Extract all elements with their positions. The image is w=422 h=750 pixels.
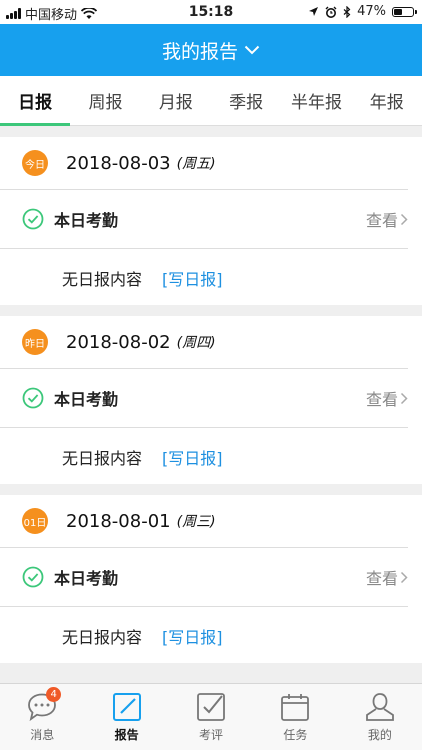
bluetooth-icon	[343, 5, 351, 18]
header-title-button[interactable]: 我的报告	[0, 24, 422, 76]
view-attendance-link[interactable]: 查看	[366, 207, 408, 231]
nav-tasks[interactable]: 任务	[253, 684, 337, 750]
nav-label: 考评	[199, 728, 224, 742]
calendar-icon	[281, 694, 310, 721]
alarm-icon	[325, 6, 337, 18]
view-label: 查看	[365, 390, 398, 409]
nav-evaluation[interactable]: 考评	[169, 684, 253, 750]
report-card: 今日 2018-08-03 (周五) 本日考勤 查看 无日报内容 [写日报]	[0, 137, 422, 305]
day-badge: 昨日	[22, 329, 48, 355]
chevron-down-icon	[244, 45, 260, 55]
tab-label: 半年报	[290, 93, 342, 113]
tab-quarterly[interactable]: 季报	[211, 76, 281, 125]
edit-report-icon	[112, 693, 141, 721]
report-type-tabs: 日报 周报 月报 季报 半年报 年报	[0, 76, 422, 126]
nav-profile[interactable]: 我的	[338, 684, 422, 750]
view-attendance-link[interactable]: 查看	[366, 565, 408, 589]
report-content: 无日报内容	[62, 448, 143, 468]
tab-label: 年报	[369, 93, 404, 113]
tab-daily[interactable]: 日报	[0, 76, 71, 126]
battery-icon	[392, 6, 417, 17]
write-report-link[interactable]: [写日报]	[162, 445, 223, 469]
tab-label: 月报	[158, 93, 193, 113]
page-title: 我的报告	[161, 40, 238, 63]
report-content: 无日报内容	[62, 269, 143, 289]
attendance-row[interactable]: 本日考勤 查看	[0, 548, 408, 607]
check-circle-icon	[22, 566, 44, 588]
report-weekday: (周五)	[176, 156, 216, 172]
location-icon	[309, 7, 319, 16]
chevron-right-icon	[400, 571, 408, 583]
tab-monthly[interactable]: 月报	[141, 76, 211, 125]
nav-label: 我的	[367, 728, 392, 742]
chevron-right-icon	[400, 213, 408, 225]
attendance-label: 本日考勤	[54, 390, 119, 409]
nav-messages[interactable]: 4 消息	[0, 684, 84, 750]
day-badge: 01日	[22, 508, 48, 534]
tab-label: 周报	[88, 93, 123, 113]
attendance-row[interactable]: 本日考勤 查看	[0, 369, 408, 428]
tab-label: 季报	[229, 93, 264, 113]
report-list: 今日 2018-08-03 (周五) 本日考勤 查看 无日报内容 [写日报] 昨…	[0, 137, 422, 674]
day-badge: 今日	[22, 150, 48, 176]
write-report-link[interactable]: [写日报]	[162, 266, 223, 290]
tab-half-yearly[interactable]: 半年报	[281, 76, 351, 125]
view-attendance-link[interactable]: 查看	[366, 386, 408, 410]
attendance-label: 本日考勤	[54, 211, 119, 230]
attendance-label: 本日考勤	[54, 569, 119, 588]
bottom-tab-bar: 4 消息 报告 考评 任务 我的	[0, 683, 422, 750]
status-bar: 中国移动 15:18 47%	[0, 0, 422, 24]
check-circle-icon	[22, 208, 44, 230]
report-card: 昨日 2018-08-02 (周四) 本日考勤 查看 无日报内容 [写日报]	[0, 316, 422, 484]
write-report-link[interactable]: [写日报]	[162, 624, 223, 648]
checkbox-icon	[197, 693, 225, 721]
nav-reports[interactable]: 报告	[84, 684, 168, 750]
person-icon	[365, 693, 394, 721]
report-weekday: (周三)	[176, 514, 216, 530]
battery-percent: 47%	[357, 4, 386, 19]
tab-label: 日报	[18, 93, 53, 113]
attendance-row[interactable]: 本日考勤 查看	[0, 190, 408, 249]
tab-yearly[interactable]: 年报	[352, 76, 422, 125]
nav-label: 任务	[283, 728, 308, 742]
report-date: 2018-08-02	[66, 331, 171, 353]
chevron-right-icon	[400, 392, 408, 404]
nav-label: 报告	[114, 728, 139, 742]
report-date: 2018-08-01	[66, 510, 171, 532]
report-content: 无日报内容	[62, 627, 143, 647]
report-weekday: (周四)	[176, 335, 216, 351]
check-circle-icon	[22, 387, 44, 409]
tab-weekly[interactable]: 周报	[70, 76, 140, 125]
report-card: 01日 2018-08-01 (周三) 本日考勤 查看 无日报内容 [写日报]	[0, 495, 422, 663]
view-label: 查看	[365, 211, 398, 230]
nav-label: 消息	[30, 728, 55, 742]
report-date: 2018-08-03	[66, 152, 171, 174]
view-label: 查看	[365, 569, 398, 588]
